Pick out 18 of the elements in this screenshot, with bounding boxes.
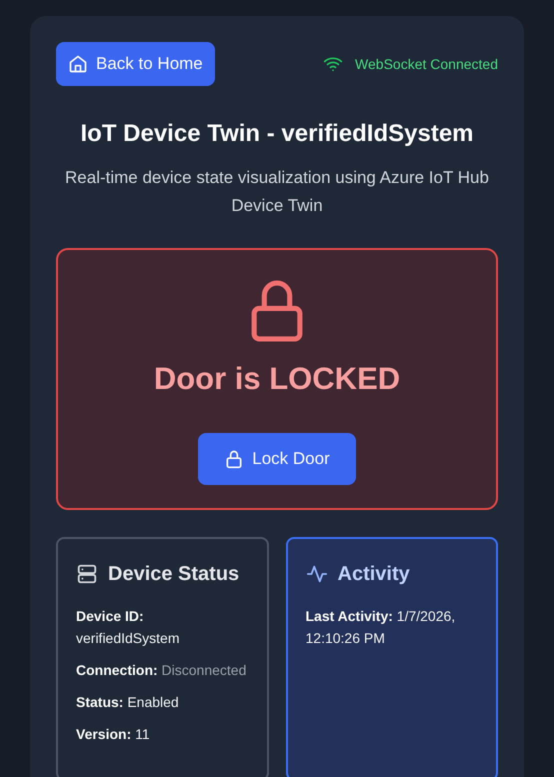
wifi-icon [323,56,344,72]
status-field: Last Activity: 1/7/2026, 12:10:26 PM [306,605,478,649]
door-status: Door is LOCKED [154,360,400,398]
status-field: Version: 11 [76,723,248,745]
lock-door-button[interactable]: Lock Door [198,432,356,484]
server-icon [76,563,98,585]
status-field: Device ID: verifiedIdSystem [76,605,248,649]
back-button[interactable]: Back to Home [56,42,215,86]
connection-status: WebSocket Connected [355,54,498,74]
padlock-icon [224,448,244,468]
pulse-icon [306,563,328,585]
page-subtitle: Real-time device state visualization using Azure IoT Hub Device Twin [64,167,490,217]
card-title: Device Status [108,562,240,587]
status-field: Connection: Disconnected [76,659,248,681]
status-field: Status: Enabled [76,691,248,713]
card-title: Activity [338,562,410,587]
page-title: IoT Device Twin - verifiedIdSystem [80,119,474,149]
home-icon [68,54,88,74]
